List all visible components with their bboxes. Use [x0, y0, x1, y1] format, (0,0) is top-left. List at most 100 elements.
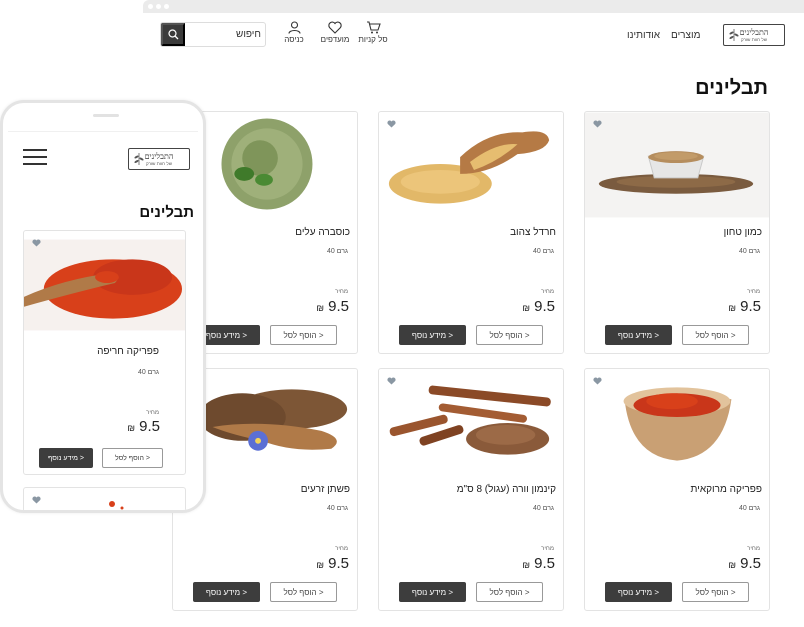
leaf-icon [134, 153, 144, 166]
product-weight: 40 גרם [327, 505, 348, 512]
add-to-cart-button[interactable]: הוסף לסל > [476, 582, 543, 602]
mobile-page-title: תבלינים [139, 204, 194, 221]
price-value: 9.5 [534, 298, 555, 315]
heart-icon[interactable] [593, 377, 602, 385]
cinnamon-sticks-image [379, 369, 563, 475]
currency-symbol: ₪ [316, 303, 324, 313]
product-image-partial [109, 501, 124, 510]
add-to-cart-button[interactable]: הוסף לסל > [682, 582, 749, 602]
user-icon [287, 21, 301, 34]
cart-button[interactable]: סל קניות [358, 21, 388, 44]
nav-link-about[interactable]: אודותינו [627, 30, 660, 41]
price-value: 9.5 [328, 298, 349, 315]
search-button[interactable] [161, 23, 185, 46]
more-info-button[interactable]: מידע נוסף > [605, 582, 672, 602]
product-name: חרדל צהוב [510, 227, 556, 238]
moroccan-paprika-image [585, 369, 769, 475]
product-price: ₪ 9.5 [522, 298, 555, 315]
heart-icon[interactable] [593, 120, 602, 128]
currency-symbol: ₪ [522, 560, 530, 570]
menu-button[interactable] [23, 149, 47, 165]
add-to-cart-button[interactable]: הוסף לסל > [476, 325, 543, 345]
add-to-cart-button[interactable]: הוסף לסל > [102, 448, 163, 468]
product-name: פשתן זרעים [300, 484, 350, 495]
product-weight: 40 גרם [533, 248, 554, 255]
product-name: קינמון וורה (עגול) 8 ס"מ [456, 484, 556, 495]
desktop-browser-mockup: התבלינים של חוות שורק מוצרים אודותינו סל… [143, 0, 804, 627]
currency-symbol: ₪ [728, 303, 736, 313]
login-button[interactable]: כניסה [279, 21, 309, 44]
product-price: ₪ 9.5 [316, 298, 349, 315]
product-card[interactable]: פפריקה חריפה 40 גרם מחיר ₪ 9.5 מידע נוסף… [23, 230, 186, 475]
logo-subtext: של חוות שורק [145, 161, 173, 166]
site-logo[interactable]: התבלינים של חוות שורק [723, 24, 785, 46]
product-card[interactable]: פפריקה מרוקאית 40 גרם מחיר ₪ 9.5 מידע נו… [584, 368, 770, 611]
product-price: ₪ 9.5 [728, 298, 761, 315]
product-card[interactable]: קינמון וורה (עגול) 8 ס"מ 40 גרם מחיר ₪ 9… [378, 368, 564, 611]
leaf-icon [729, 29, 739, 42]
product-weight: 40 גרם [739, 248, 760, 255]
product-name: פפריקה מרוקאית [690, 484, 762, 495]
favorites-button[interactable]: מועדפים [320, 21, 350, 44]
heart-icon[interactable] [32, 239, 41, 247]
price-value: 9.5 [139, 418, 160, 435]
logo-text: התבלינים [144, 152, 174, 161]
hot-paprika-image [24, 239, 185, 331]
phone-screen: התבלינים של חוות שורק תבלינים פפריקה חרי… [8, 131, 198, 510]
add-to-cart-button[interactable]: הוסף לסל > [682, 325, 749, 345]
more-info-button[interactable]: מידע נוסף > [399, 325, 466, 345]
product-weight: 40 גרם [327, 248, 348, 255]
phone-speaker [93, 114, 119, 117]
browser-dot [156, 4, 161, 9]
product-name: כוסברה עלים [295, 227, 350, 238]
product-weight: 40 גרם [533, 505, 554, 512]
price-value: 9.5 [534, 555, 555, 572]
product-weight: 40 גרם [739, 505, 760, 512]
search-icon [167, 29, 178, 40]
heart-icon[interactable] [387, 377, 396, 385]
currency-symbol: ₪ [127, 423, 135, 433]
heart-icon[interactable] [387, 120, 396, 128]
product-name: כמון טחון [723, 227, 762, 238]
price-value: 9.5 [740, 555, 761, 572]
login-label: כניסה [284, 35, 304, 44]
currency-symbol: ₪ [316, 560, 324, 570]
cart-label: סל קניות [358, 35, 388, 44]
price-label: מחיר [747, 289, 760, 295]
search-box [160, 22, 266, 47]
product-card[interactable]: כמון טחון 40 גרם מחיר ₪ 9.5 מידע נוסף > … [584, 111, 770, 354]
add-to-cart-button[interactable]: הוסף לסל > [270, 325, 337, 345]
search-input[interactable] [187, 25, 261, 44]
browser-title-bar [143, 0, 804, 13]
nav-link-products[interactable]: מוצרים [671, 30, 700, 41]
more-info-button[interactable]: מידע נוסף > [193, 582, 260, 602]
add-to-cart-button[interactable]: הוסף לסל > [270, 582, 337, 602]
price-label: מחיר [747, 546, 760, 552]
product-price: ₪ 9.5 [522, 555, 555, 572]
currency-symbol: ₪ [522, 303, 530, 313]
product-card-partial[interactable] [23, 487, 186, 510]
price-label: מחיר [541, 289, 554, 295]
heart-icon[interactable] [32, 496, 41, 504]
more-info-button[interactable]: מידע נוסף > [399, 582, 466, 602]
logo-subtext: של חוות שורק [740, 37, 768, 42]
currency-symbol: ₪ [728, 560, 736, 570]
ground-cumin-image [585, 112, 769, 218]
price-value: 9.5 [328, 555, 349, 572]
browser-dot [148, 4, 153, 9]
more-info-button[interactable]: מידע נוסף > [39, 448, 93, 468]
cart-icon [366, 21, 381, 34]
logo-text: התבלינים [739, 28, 769, 37]
favorites-label: מועדפים [320, 35, 350, 44]
more-info-button[interactable]: מידע נוסף > [605, 325, 672, 345]
product-price: ₪ 9.5 [316, 555, 349, 572]
page-title: תבלינים [695, 77, 768, 99]
product-price: ₪ 9.5 [127, 418, 160, 435]
site-header: התבלינים של חוות שורק מוצרים אודותינו סל… [143, 13, 804, 58]
product-name: פפריקה חריפה [97, 346, 159, 357]
price-label: מחיר [146, 410, 159, 416]
site-logo[interactable]: התבלינים של חוות שורק [128, 148, 190, 170]
product-card[interactable]: חרדל צהוב 40 גרם מחיר ₪ 9.5 מידע נוסף > … [378, 111, 564, 354]
price-label: מחיר [541, 546, 554, 552]
product-weight: 40 גרם [138, 369, 159, 376]
